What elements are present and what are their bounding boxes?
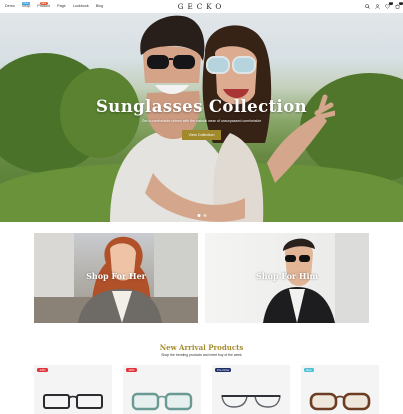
product-badge: Pre-Order xyxy=(215,368,232,372)
glasses-image xyxy=(131,392,193,411)
main-nav: Demo New Shop Sale Product Page Lookbook… xyxy=(0,0,110,13)
wishlist-count: 0 xyxy=(389,1,393,5)
heart-icon[interactable]: 0 xyxy=(384,1,393,10)
site-logo[interactable]: GECKO xyxy=(178,0,226,13)
slider-dot-1[interactable] xyxy=(197,214,200,217)
nav-badge-sale: Sale xyxy=(39,1,48,5)
hero-title: Sunglasses Collection xyxy=(95,97,308,116)
slider-dot-2[interactable] xyxy=(203,214,206,217)
glasses-image xyxy=(43,394,103,409)
nav-badge-new: New xyxy=(22,1,31,5)
product-badge: -24% xyxy=(37,368,48,372)
user-icon[interactable] xyxy=(374,4,380,10)
nav-item-page[interactable]: Page xyxy=(57,0,66,13)
site-header: Demo New Shop Sale Product Page Lookbook… xyxy=(0,0,403,13)
hero-subtitle: Get a comfortable unisex with the natura… xyxy=(141,119,262,123)
glasses-image xyxy=(309,392,371,411)
search-icon[interactable] xyxy=(364,4,370,10)
nav-item-blog[interactable]: Blog xyxy=(96,0,103,13)
category-label-him: Shop For Him xyxy=(256,271,318,281)
nav-item-lookbook[interactable]: Lookbook xyxy=(73,0,89,13)
nav-item-shop[interactable]: New Shop xyxy=(22,0,31,13)
view-collection-button[interactable]: View Collection xyxy=(181,130,222,140)
new-arrivals-title: New Arrival Products xyxy=(159,343,244,352)
product-card[interactable]: Pre-Order xyxy=(212,365,290,414)
nav-item-demo[interactable]: Demo xyxy=(5,0,15,13)
hero-content: Sunglasses Collection Get a comfortable … xyxy=(0,97,403,141)
new-arrivals-subtitle: Shop the trending products and meet buy … xyxy=(161,353,242,357)
header-actions: 0 0 xyxy=(364,0,403,13)
category-banner-her[interactable]: Shop For Her xyxy=(34,233,198,323)
category-banner-him[interactable]: Shop For Him xyxy=(205,233,369,323)
cart-count: 0 xyxy=(399,1,403,5)
nav-item-product[interactable]: Sale Product xyxy=(37,0,50,13)
slider-dots xyxy=(197,214,206,217)
category-label-her: Shop For Her xyxy=(86,271,146,281)
product-badge: New xyxy=(304,368,314,372)
cart-icon[interactable]: 0 xyxy=(394,1,403,10)
hero-slider: Sunglasses Collection Get a comfortable … xyxy=(0,13,403,222)
product-card[interactable]: -24% xyxy=(34,365,112,414)
product-grid: -24% -30% Pre-Order New xyxy=(34,365,379,414)
product-card[interactable]: -30% xyxy=(123,365,201,414)
glasses-image xyxy=(221,395,281,408)
product-badge: -30% xyxy=(126,368,137,372)
product-card[interactable]: New xyxy=(301,365,379,414)
